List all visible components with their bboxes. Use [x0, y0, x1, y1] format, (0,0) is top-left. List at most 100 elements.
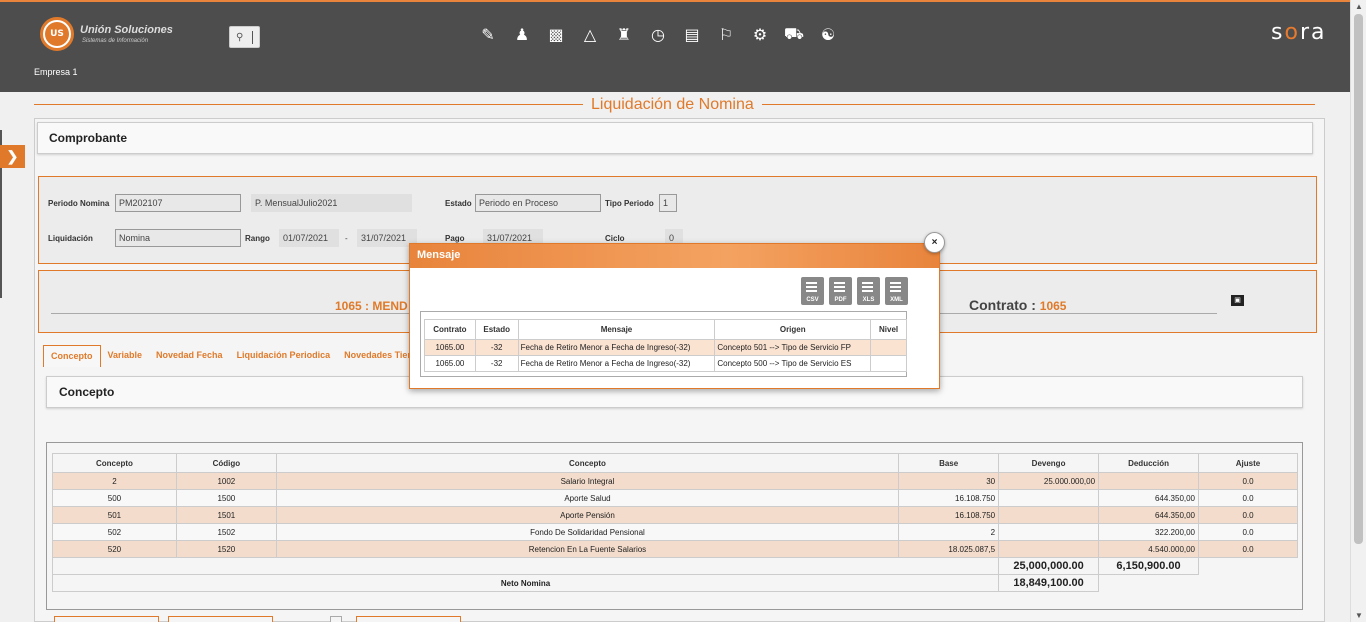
- person-money-icon[interactable]: ♟: [510, 22, 534, 46]
- table-row[interactable]: 500 1500 Aporte Salud 16.108.750 644.350,00 0…: [52, 489, 1298, 507]
- neto-label: Neto Nomina: [51, 574, 1000, 592]
- liquidacion-field[interactable]: Nomina: [115, 229, 241, 247]
- tab-variable[interactable]: Variable: [101, 345, 150, 367]
- product-logo: sora: [1271, 20, 1327, 45]
- col-concepto[interactable]: Concepto: [275, 453, 900, 473]
- tipo-periodo-field[interactable]: 1: [659, 194, 677, 212]
- table-row[interactable]: 2 1002 Salario Integral 30 25.000.000,00 0.0: [52, 472, 1298, 490]
- cell: Fecha de Retiro Menor a Fecha de Ingreso…: [517, 339, 716, 356]
- pago-label: Pago: [445, 234, 465, 243]
- cell: 18.025.087,5: [898, 540, 1000, 558]
- neto-empty-2: [1198, 574, 1298, 592]
- col-contrato[interactable]: Contrato: [424, 319, 476, 340]
- side-panel-toggle[interactable]: ❯: [0, 145, 25, 168]
- action-checkbox[interactable]: [330, 616, 342, 622]
- concept-grid: Concepto Código Concepto Base Devengo De…: [46, 442, 1303, 610]
- cell: 2: [52, 472, 177, 490]
- col-codigo[interactable]: Código: [175, 453, 277, 473]
- xls-export-icon[interactable]: XLS: [857, 277, 880, 305]
- neto-empty: [1098, 574, 1199, 592]
- vertical-scrollbar[interactable]: ▲ ▼: [1350, 0, 1366, 622]
- csv-export-icon[interactable]: CSV: [801, 277, 824, 305]
- edit-document-icon[interactable]: ✎: [476, 22, 500, 46]
- cell: [998, 540, 1100, 558]
- truck-icon[interactable]: ⛟: [782, 22, 806, 46]
- cell: 1502: [175, 523, 277, 541]
- section-title: Concepto: [59, 385, 115, 399]
- col-origen[interactable]: Origen: [714, 319, 872, 340]
- people-card-icon[interactable]: ♜: [612, 22, 636, 46]
- gears-icon[interactable]: ⚙: [748, 22, 772, 46]
- estado-label: Estado: [445, 199, 472, 208]
- xml-export-icon[interactable]: XML: [885, 277, 908, 305]
- estado-field[interactable]: Periodo en Proceso: [475, 194, 601, 212]
- tab-liquidacion-periodica[interactable]: Liquidación Periodica: [230, 345, 338, 367]
- cell: 0.0: [1198, 523, 1298, 541]
- col-ajuste[interactable]: Ajuste: [1198, 453, 1298, 473]
- close-icon[interactable]: ×: [924, 232, 945, 253]
- tab-novedad-fecha[interactable]: Novedad Fecha: [149, 345, 230, 367]
- cell: 322.200,00: [1098, 523, 1200, 541]
- liquidacion-label: Liquidación: [48, 234, 93, 243]
- col-nivel[interactable]: Nivel: [870, 319, 907, 340]
- cell: 1002: [175, 472, 277, 490]
- neto-row: Neto Nomina 18,849,100.00: [51, 574, 1298, 592]
- rango-hasta-field[interactable]: 31/07/2021: [357, 229, 417, 247]
- table-row[interactable]: 502 1502 Fondo De Solidaridad Pensional 2 32…: [52, 523, 1298, 541]
- total-deduccion: 6,150,900.00: [1098, 557, 1200, 575]
- action-button[interactable]: [356, 616, 461, 622]
- scroll-up-icon[interactable]: ▲: [1355, 2, 1363, 11]
- cell: Salario Integral: [275, 472, 900, 490]
- col-concepto-id[interactable]: Concepto: [52, 453, 177, 473]
- scroll-down-icon[interactable]: ▼: [1355, 611, 1363, 620]
- cell: -32: [474, 355, 519, 372]
- comprobante-section[interactable]: Comprobante: [37, 122, 1313, 154]
- cell: -32: [474, 339, 519, 356]
- cell: [1098, 472, 1200, 490]
- org-chart-icon[interactable]: △: [578, 22, 602, 46]
- presentation-icon[interactable]: ⚐: [714, 22, 738, 46]
- stopwatch-icon[interactable]: ◷: [646, 22, 670, 46]
- pdf-export-icon[interactable]: PDF: [829, 277, 852, 305]
- cell: 1500: [175, 489, 277, 507]
- table-row[interactable]: 501 1501 Aporte Pensión 16.108.750 644.350,0…: [52, 506, 1298, 524]
- search-button[interactable]: ⚲: [229, 26, 260, 48]
- document-list-icon[interactable]: ▤: [680, 22, 704, 46]
- company-logo[interactable]: US: [40, 17, 74, 51]
- scroll-thumb[interactable]: [1354, 14, 1363, 544]
- cell: 501: [52, 506, 177, 524]
- cell: [870, 355, 907, 372]
- action-button[interactable]: [54, 616, 159, 622]
- brand-name: Unión Soluciones: [80, 24, 173, 36]
- table-row[interactable]: 520 1520 Retencion En La Fuente Salarios 18…: [52, 540, 1298, 558]
- totals-empty: [1198, 557, 1298, 575]
- section-title: Comprobante: [49, 131, 127, 145]
- col-deduccion[interactable]: Deducción: [1098, 453, 1200, 473]
- chevron-right-icon: ❯: [6, 148, 19, 164]
- module-toolbar: ✎ ♟ ▩ △ ♜ ◷ ▤ ⚐ ⚙ ⛟ ☯: [476, 22, 840, 46]
- col-base[interactable]: Base: [898, 453, 1000, 473]
- col-estado[interactable]: Estado: [474, 319, 519, 340]
- gift-icon[interactable]: ▩: [544, 22, 568, 46]
- col-mensaje[interactable]: Mensaje: [517, 319, 716, 340]
- cell: 4.540.000,00: [1098, 540, 1200, 558]
- action-button[interactable]: [168, 616, 273, 622]
- periodo-nomina-field[interactable]: PM202107: [115, 194, 241, 212]
- table-row[interactable]: 1065.00 -32 Fecha de Retiro Menor a Fecha …: [424, 339, 907, 356]
- cell: 16.108.750: [898, 506, 1000, 524]
- employee-name: 1065 : MEND: [335, 299, 408, 313]
- cell: 502: [52, 523, 177, 541]
- dialog-title: Mensaje: [417, 249, 461, 261]
- tab-concepto[interactable]: Concepto: [43, 345, 101, 367]
- rango-desde-field[interactable]: 01/07/2021: [279, 229, 339, 247]
- group-icon[interactable]: ☯: [816, 22, 840, 46]
- dialog-header[interactable]: Mensaje: [410, 244, 939, 268]
- col-devengo[interactable]: Devengo: [998, 453, 1100, 473]
- table-row[interactable]: 1065.00 -32 Fecha de Retiro Menor a Fecha …: [424, 355, 907, 372]
- calendar-icon[interactable]: ▣: [1231, 295, 1244, 306]
- tipo-periodo-label: Tipo Periodo: [605, 199, 654, 208]
- rango-separator: -: [345, 234, 348, 243]
- total-devengo: 25,000,000.00: [998, 557, 1100, 575]
- message-table: Contrato Estado Mensaje Origen Nivel 106…: [424, 319, 907, 372]
- brand-subtitle: Sistemas de Información: [82, 38, 149, 44]
